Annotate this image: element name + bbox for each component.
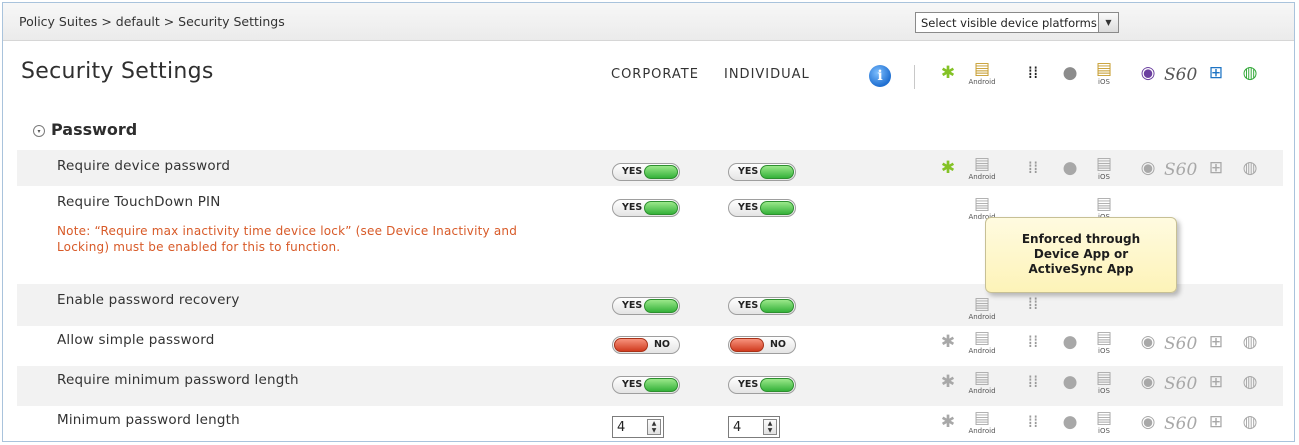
android-app-icon: ▤ Android: [968, 408, 996, 435]
windows-icon: ⊞: [1208, 332, 1224, 352]
individual-toggle[interactable]: YES: [728, 199, 796, 217]
divider: [914, 65, 915, 89]
setting-label: Require TouchDown PIN: [57, 194, 221, 210]
s60-icon: S60: [1164, 374, 1198, 394]
ios-app-icon: ▤iOS: [1095, 328, 1113, 355]
corporate-toggle[interactable]: YES: [612, 376, 680, 394]
setting-label: Minimum password length: [57, 412, 240, 428]
apple-icon: ●: [1062, 372, 1078, 392]
password-section-header[interactable]: ▾ Password: [33, 120, 137, 139]
android-app-icon: ▤ Android: [968, 328, 996, 355]
apple-icon[interactable]: ●: [1055, 63, 1085, 91]
top-bar: Policy Suites > default > Security Setti…: [3, 3, 1294, 41]
page-title: Security Settings: [21, 59, 214, 84]
section-title: Password: [51, 120, 138, 139]
ios-app-icon: ▤iOS: [1095, 368, 1113, 395]
security-settings-panel: Policy Suites > default > Security Setti…: [2, 2, 1295, 442]
webos-icon: ◉: [1140, 332, 1156, 352]
setting-label: Require minimum password length: [57, 372, 299, 388]
webos-icon: ◉: [1140, 158, 1156, 178]
platform-select-value: Select visible device platforms: [921, 16, 1097, 30]
android-robot-icon: ✱: [940, 412, 956, 432]
row-require-device-password: Require device password YES YES ✱ ▤ Andro…: [17, 150, 1283, 186]
ios-app-icon: ▤iOS: [1095, 408, 1113, 435]
individual-length-stepper[interactable]: 4 ▲ ▼: [728, 416, 780, 438]
info-icon[interactable]: i: [869, 65, 891, 87]
setting-label: Allow simple password: [57, 332, 215, 348]
corporate-toggle[interactable]: YES: [612, 297, 680, 315]
android-robot-icon: ✱: [940, 372, 956, 392]
windows-icon: ⊞: [1208, 412, 1224, 432]
s60-icon: S60: [1164, 414, 1198, 434]
individual-toggle[interactable]: NO: [728, 336, 796, 354]
column-header-corporate: CORPORATE: [611, 67, 699, 82]
globe-icon: ◍: [1242, 412, 1258, 432]
windows-icon: ⊞: [1208, 372, 1224, 392]
stepper-arrows-icon[interactable]: ▲ ▼: [763, 419, 777, 435]
blackberry-icon: ⁞⁞: [1027, 158, 1039, 178]
globe-icon[interactable]: ◍: [1235, 63, 1265, 91]
row-require-minimum-password-length: Require minimum password length YES YES …: [17, 366, 1283, 406]
android-robot-icon: ✱: [940, 158, 956, 178]
blackberry-icon: ⁞⁞: [1027, 412, 1039, 432]
row-minimum-password-length: Minimum password length 4 ▲ ▼ 4 ▲ ▼ ✱ ▤ And…: [17, 406, 1283, 442]
stepper-arrows-icon[interactable]: ▲ ▼: [647, 419, 661, 435]
corporate-toggle[interactable]: YES: [612, 199, 680, 217]
s60-icon: S60: [1164, 334, 1198, 354]
android-app-icon: ▤ Android: [968, 368, 996, 395]
individual-toggle[interactable]: YES: [728, 297, 796, 315]
breadcrumb[interactable]: Policy Suites > default > Security Setti…: [19, 14, 285, 29]
android-app-icon: ▤ Android: [968, 154, 996, 181]
row-allow-simple-password: Allow simple password NO NO ✱ ▤ Android ⁞…: [17, 326, 1283, 366]
globe-icon: ◍: [1242, 332, 1258, 352]
individual-toggle[interactable]: YES: [728, 376, 796, 394]
android-app-icon[interactable]: ▤ Android: [967, 59, 997, 87]
enforcement-tooltip: Enforced through Device App or ActiveSyn…: [985, 217, 1177, 293]
chevron-down-icon[interactable]: ▼: [1098, 13, 1118, 32]
column-header-individual: INDIVIDUAL: [724, 67, 810, 82]
blackberry-icon[interactable]: ⁞⁞: [1018, 63, 1048, 91]
s60-icon: S60: [1164, 160, 1198, 180]
apple-icon: ●: [1062, 332, 1078, 352]
corporate-length-stepper[interactable]: 4 ▲ ▼: [612, 416, 664, 438]
windows-icon[interactable]: ⊞: [1201, 63, 1231, 91]
corporate-toggle[interactable]: NO: [612, 336, 680, 354]
blackberry-icon: ⁞⁞: [1027, 372, 1039, 392]
webos-icon: ◉: [1140, 372, 1156, 392]
webos-icon[interactable]: ◉: [1133, 63, 1163, 91]
blackberry-icon: ⁞⁞: [1027, 332, 1039, 352]
windows-icon: ⊞: [1208, 158, 1224, 178]
globe-icon: ◍: [1242, 372, 1258, 392]
blackberry-icon: ⁞⁞: [1027, 294, 1039, 314]
setting-note: Note: “Require max inactivity time devic…: [57, 224, 518, 254]
collapse-toggle-icon[interactable]: ▾: [33, 125, 45, 137]
ios-app-icon[interactable]: ▤ iOS: [1089, 59, 1119, 87]
apple-icon: ●: [1062, 412, 1078, 432]
apple-icon: ●: [1062, 158, 1078, 178]
webos-icon: ◉: [1140, 412, 1156, 432]
globe-icon: ◍: [1242, 158, 1258, 178]
android-app-icon: ▤ Android: [968, 294, 996, 321]
setting-label: Require device password: [57, 158, 231, 174]
setting-label: Enable password recovery: [57, 292, 240, 308]
corporate-toggle[interactable]: YES: [612, 163, 680, 181]
platform-visibility-select[interactable]: Select visible device platforms ▼: [915, 12, 1119, 33]
individual-toggle[interactable]: YES: [728, 163, 796, 181]
android-robot-icon[interactable]: ✱: [933, 63, 963, 91]
ios-app-icon: ▤iOS: [1095, 154, 1113, 181]
android-robot-icon: ✱: [940, 332, 956, 352]
s60-icon[interactable]: S60: [1164, 65, 1197, 93]
